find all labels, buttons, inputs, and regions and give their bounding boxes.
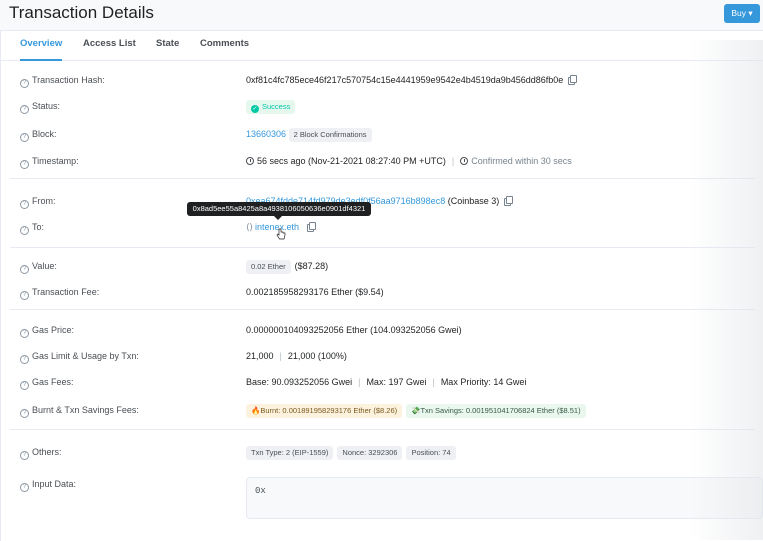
row-others: ? Others: Txn Type: 2 (EIP-1559) Nonce: 32… <box>1 445 763 461</box>
tx-hash-value: 0xf81c4fc785ece46f217c570754c15e4441959e… <box>246 75 564 85</box>
fire-icon: 🔥 <box>251 405 261 415</box>
input-data-box[interactable]: 0x <box>246 477 763 519</box>
question-icon[interactable]: ? <box>20 265 29 274</box>
copy-icon[interactable] <box>504 196 514 206</box>
clock-icon <box>246 157 254 165</box>
to-label: To: <box>32 222 45 232</box>
block-label: Block: <box>32 129 57 139</box>
gas-limit-value: 21,000 <box>246 351 274 361</box>
row-tx-hash: ? Transaction Hash: 0xf81c4fc785ece46f217… <box>1 73 763 89</box>
hand-cursor-icon <box>276 228 286 240</box>
gas-fees-label: Gas Fees: <box>32 377 74 387</box>
confirmed-within: Confirmed within 30 secs <box>471 156 572 166</box>
tab-bar: Overview Access List State Comments <box>1 31 763 61</box>
row-from: ? From: 0xea674fdde714fd979de3edf0f56aa97… <box>1 194 763 210</box>
txn-type-badge: Txn Type: 2 (EIP-1559) <box>246 445 334 460</box>
tx-fee-value: 0.002185958293176 Ether ($9.54) <box>246 287 384 297</box>
burnt-badge: 🔥Burnt: 0.001891958293176 Ether ($8.26) <box>246 403 403 418</box>
contract-icon: ⟨⟩ <box>246 222 254 232</box>
check-circle-icon: ✓ <box>251 104 259 113</box>
question-icon[interactable]: ? <box>20 355 29 364</box>
row-gas-price: ? Gas Price: 0.000000104093252056 Ether (… <box>1 323 763 339</box>
question-icon[interactable]: ? <box>20 133 29 142</box>
nonce-badge: Nonce: 3292306 <box>337 445 403 460</box>
question-icon[interactable]: ? <box>20 451 29 460</box>
tab-state[interactable]: State <box>156 31 179 61</box>
value-ether-badge: 0.02 Ether <box>246 259 291 274</box>
gas-price-value: 0.000000104093252056 Ether (104.09325205… <box>246 325 462 335</box>
address-tooltip: 0x8ad5ee55a8425a8a4938106050636e0901df43… <box>187 202 371 216</box>
copy-icon[interactable] <box>568 75 578 85</box>
divider <box>10 178 755 179</box>
gas-max-fee: Max: 197 Gwei <box>366 377 427 387</box>
position-badge: Position: 74 <box>406 445 456 460</box>
question-icon[interactable]: ? <box>20 409 29 418</box>
tx-hash-label: Transaction Hash: <box>32 75 105 85</box>
from-label: From: <box>32 196 56 206</box>
tooltip-arrow <box>274 216 282 220</box>
buy-button[interactable]: Buy ▾ <box>724 4 760 23</box>
row-status: ? Status: ✓ Success <box>1 99 763 115</box>
row-tx-fee: ? Transaction Fee: 0.002185958293176 Ethe… <box>1 285 763 301</box>
gas-limit-label: Gas Limit & Usage by Txn: <box>32 351 139 361</box>
question-icon[interactable]: ? <box>20 200 29 209</box>
chevron-down-icon: ▾ <box>748 8 753 18</box>
gas-price-label: Gas Price: <box>32 325 75 335</box>
tab-overview[interactable]: Overview <box>20 31 63 61</box>
question-icon[interactable]: ? <box>20 160 29 169</box>
savings-badge: 💸Txn Savings: 0.001951041706824 Ether ($… <box>406 403 586 418</box>
status-label: Status: <box>32 101 61 111</box>
transaction-card: Overview Access List State Comments ? Tra… <box>0 30 763 541</box>
question-icon[interactable]: ? <box>20 381 29 390</box>
burnt-value: Burnt: 0.001891958293176 Ether ($8.26) <box>260 405 398 415</box>
row-block: ? Block: 13660306 2 Block Confirmations <box>1 127 763 143</box>
divider <box>10 247 755 248</box>
block-link[interactable]: 13660306 <box>246 129 286 139</box>
divider <box>10 309 755 310</box>
timestamp-value: 56 secs ago (Nov-21-2021 08:27:40 PM +UT… <box>257 156 446 166</box>
gas-base-fee: Base: 90.093252056 Gwei <box>246 377 353 387</box>
question-icon[interactable]: ? <box>20 226 29 235</box>
question-icon[interactable]: ? <box>20 105 29 114</box>
from-name: (Coinbase 3) <box>447 196 500 206</box>
tab-comments[interactable]: Comments <box>200 31 249 61</box>
tx-fee-label: Transaction Fee: <box>32 287 100 297</box>
tab-access-list[interactable]: Access List <box>83 31 136 61</box>
value-label: Value: <box>32 261 57 271</box>
question-icon[interactable]: ? <box>20 329 29 338</box>
row-gas-fees: ? Gas Fees: Base: 90.093252056 Gwei | Max: … <box>1 375 763 391</box>
others-label: Others: <box>32 447 62 457</box>
page-title: Transaction Details <box>9 3 154 22</box>
question-icon[interactable]: ? <box>20 79 29 88</box>
copy-icon[interactable] <box>307 222 317 232</box>
gas-usage-value: 21,000 (100%) <box>287 351 347 361</box>
savings-value: Txn Savings: 0.001951041706824 Ether ($8… <box>420 405 581 415</box>
status-badge: ✓ Success <box>246 99 296 114</box>
divider <box>10 429 755 430</box>
row-value: ? Value: 0.02 Ether ($87.28) <box>1 259 763 275</box>
value-usd: ($87.28) <box>294 261 329 271</box>
status-value: Success <box>262 101 291 111</box>
row-timestamp: ? Timestamp: 56 secs ago (Nov-21-2021 08:… <box>1 154 763 170</box>
burnt-label: Burnt & Txn Savings Fees: <box>32 405 139 415</box>
gas-max-priority-fee: Max Priority: 14 Gwei <box>440 377 527 387</box>
question-icon[interactable]: ? <box>20 483 29 492</box>
clock-icon <box>460 157 469 165</box>
page-header: Transaction Details Buy ▾ <box>0 0 763 30</box>
timestamp-label: Timestamp: <box>32 156 79 166</box>
input-data-label: Input Data: <box>32 479 77 489</box>
buy-button-label: Buy <box>731 8 746 18</box>
question-icon[interactable]: ? <box>20 291 29 300</box>
row-to: ? To: ⟨⟩ intenex.eth <box>1 220 763 236</box>
row-burnt-savings: ? Burnt & Txn Savings Fees: 🔥Burnt: 0.001… <box>1 403 763 419</box>
row-gas-limit: ? Gas Limit & Usage by Txn: 21,000 | 21,000… <box>1 349 763 365</box>
block-confirmations-badge: 2 Block Confirmations <box>288 127 372 142</box>
